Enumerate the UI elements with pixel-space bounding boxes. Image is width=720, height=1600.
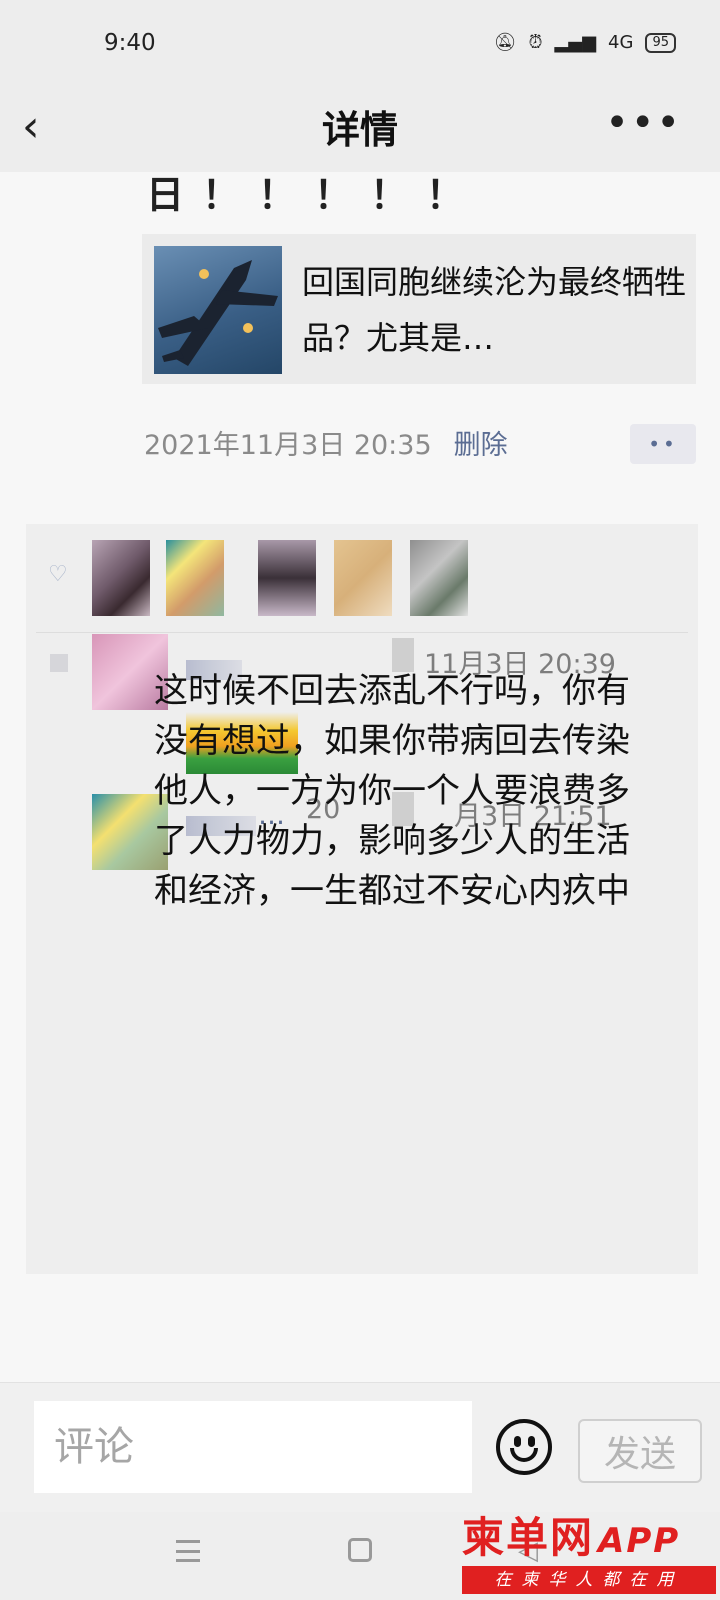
mute-icon: 🔕︎ — [493, 32, 517, 53]
eye — [514, 1436, 521, 1447]
watermark-logo: 柬单网 APP — [462, 1516, 680, 1563]
link-title: 回国同胞继续沦为最终牺牲品？尤其是… — [302, 263, 687, 357]
watermark: 柬单网 APP 在柬华人都在用 — [462, 1514, 716, 1596]
comment-icon — [50, 654, 68, 672]
like-comment-button[interactable]: •• — [630, 424, 696, 464]
divider — [36, 632, 688, 633]
watermark-slogan: 在柬华人都在用 — [462, 1566, 716, 1594]
more-options-icon[interactable]: ••• — [605, 98, 682, 148]
eye — [528, 1436, 535, 1447]
liker-avatar[interactable] — [410, 540, 468, 616]
comment-input[interactable] — [34, 1401, 472, 1493]
post-meta: 2021年11月3日 20:35 删除 — [144, 420, 508, 464]
send-button[interactable]: 发送 — [578, 1419, 702, 1483]
mouth — [510, 1448, 538, 1462]
post-text: 日！！！！！ — [146, 173, 483, 217]
network-type: 4G — [608, 32, 634, 53]
comment-text: 这时候不回去添乱不行吗，你有没有想过，如果你带病回去传染他人，一方为你一个人要浪… — [154, 671, 630, 911]
post-timestamp: 2021年11月3日 20:35 — [144, 429, 432, 461]
status-time: 9:40 — [104, 30, 156, 56]
link-thumbnail — [154, 246, 282, 374]
watermark-logo-text: 柬单网 — [462, 1513, 595, 1562]
airplane-icon — [158, 260, 278, 366]
liker-avatar[interactable] — [334, 540, 392, 616]
alarm-icon: ⏰︎ — [528, 32, 543, 53]
heart-icon: ♡ — [48, 562, 68, 587]
battery-icon: 95 — [645, 32, 676, 53]
post-detail: 日！！！！！ 回国同胞继续沦为最终牺牲品？尤其是… 2021年11月3日 20:… — [0, 172, 720, 1382]
home-icon[interactable] — [348, 1538, 372, 1562]
liker-avatar[interactable] — [258, 540, 316, 616]
status-bar: 9:40 🔕︎ ⏰︎ ▂▄▆ 4G 95 — [0, 0, 720, 90]
watermark-app-text: APP — [598, 1521, 681, 1561]
menu-icon[interactable] — [176, 1540, 200, 1562]
shared-link-card[interactable]: 回国同胞继续沦为最终牺牲品？尤其是… — [142, 234, 696, 384]
emoji-icon[interactable] — [496, 1419, 552, 1475]
signal-icon: ▂▄▆ — [554, 32, 597, 53]
delete-button[interactable]: 删除 — [454, 423, 508, 462]
liker-avatar[interactable] — [92, 540, 150, 616]
status-icons: 🔕︎ ⏰︎ ▂▄▆ 4G 95 — [494, 32, 676, 53]
comment-input-bar: 发送 — [0, 1382, 720, 1512]
nav-bar: ‹ 详情 ••• — [0, 90, 720, 172]
liker-avatar[interactable] — [166, 540, 224, 616]
